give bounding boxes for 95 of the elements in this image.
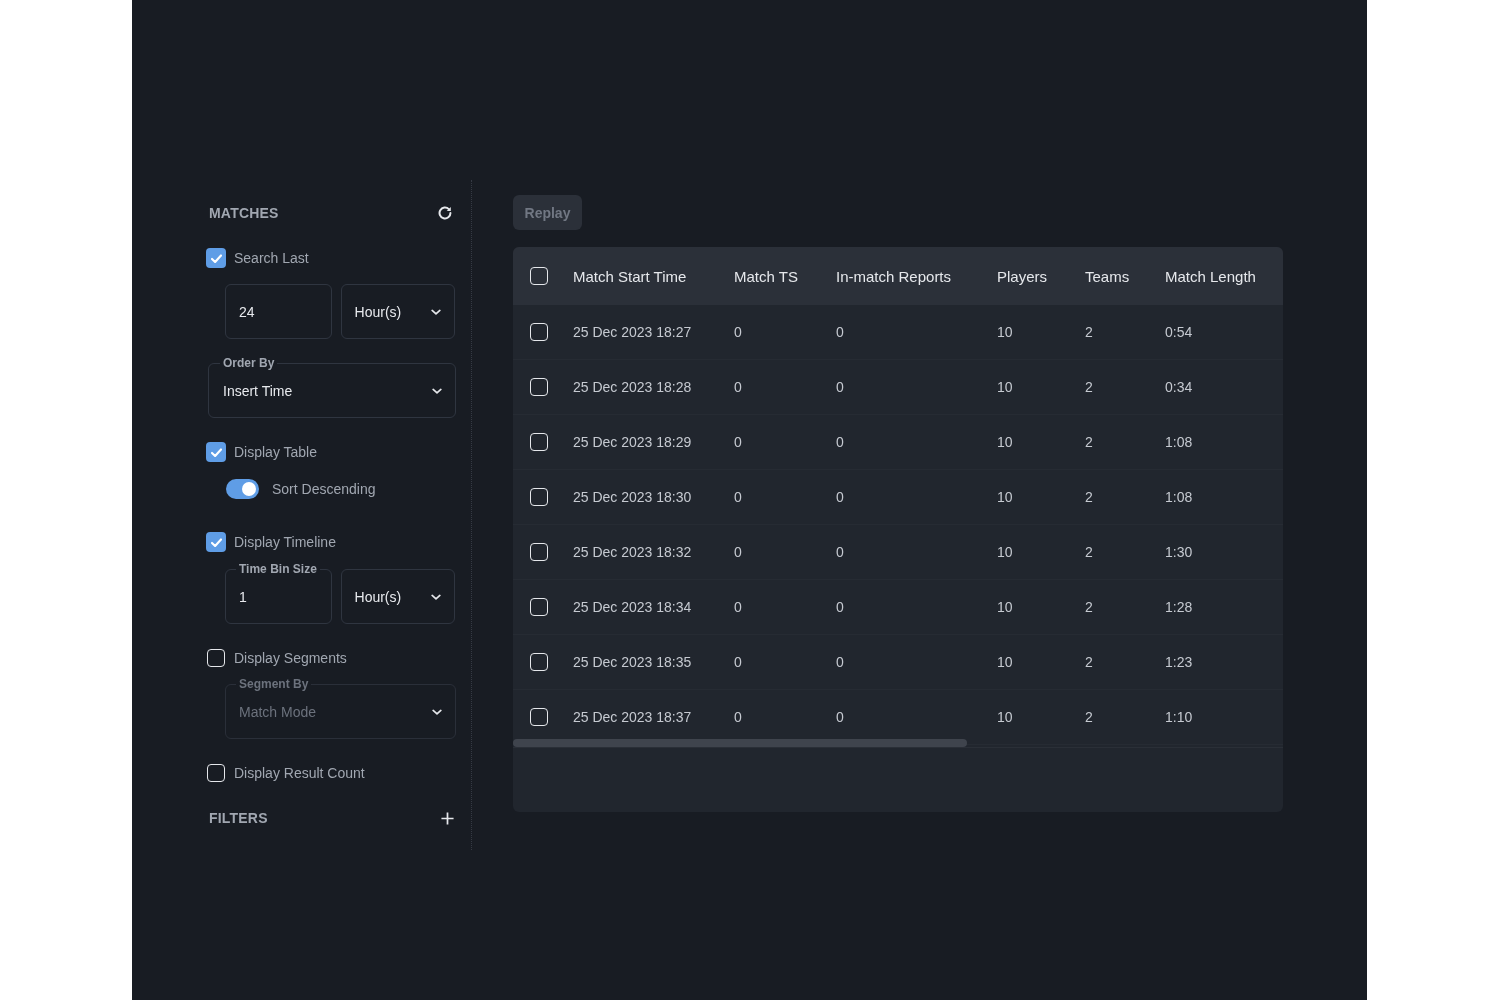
row-checkbox[interactable] — [530, 378, 548, 396]
row-checkbox[interactable] — [530, 543, 548, 561]
table-cell: 2 — [1085, 654, 1093, 670]
toggle-label: Sort Descending — [272, 481, 376, 497]
row-checkbox[interactable] — [530, 488, 548, 506]
section-heading: FILTERS — [209, 810, 268, 826]
table-cell: 0:54 — [1165, 324, 1193, 340]
table-cell: 0 — [836, 324, 844, 340]
table-cell: 25 Dec 2023 18:35 — [573, 654, 692, 670]
table-cell: 10 — [997, 709, 1013, 725]
table-cell: 2 — [1085, 599, 1093, 615]
table-cell: 1:08 — [1165, 489, 1193, 505]
table-cell: 0 — [734, 544, 742, 560]
field-label: Time Bin Size — [238, 562, 318, 576]
field-label: Order By — [222, 356, 276, 370]
checkbox[interactable] — [206, 442, 226, 462]
table-cell: 1:23 — [1165, 654, 1193, 670]
table-cell: 0 — [836, 599, 844, 615]
table-cell: 0 — [734, 654, 742, 670]
checkbox[interactable] — [207, 764, 225, 782]
table-cell: 0 — [734, 324, 742, 340]
column-header: In-match Reports — [836, 267, 952, 285]
table-cell: 1:30 — [1165, 544, 1193, 560]
table-cell: 0 — [836, 379, 844, 395]
checkbox[interactable] — [206, 248, 226, 268]
table-cell: 0 — [836, 434, 844, 450]
table-cell: 2 — [1085, 544, 1093, 560]
checkmark-icon — [210, 253, 222, 263]
table-cell: 1:08 — [1165, 434, 1193, 450]
table-cell: 0 — [836, 489, 844, 505]
table-cell: 25 Dec 2023 18:27 — [573, 324, 692, 340]
table-cell: 1:10 — [1165, 709, 1193, 725]
chevron-down-icon — [432, 387, 442, 394]
checkbox-label: Display Result Count — [234, 765, 365, 781]
column-header: Players — [997, 267, 1048, 285]
table-cell: 0:34 — [1165, 379, 1193, 395]
select-all-checkbox[interactable] — [530, 267, 548, 285]
chevron-down-icon — [432, 708, 442, 715]
table-cell: 2 — [1085, 709, 1093, 725]
table-cell: 25 Dec 2023 18:30 — [573, 489, 692, 505]
table-cell: 0 — [734, 489, 742, 505]
table-cell: 2 — [1085, 489, 1093, 505]
row-checkbox[interactable] — [530, 708, 548, 726]
table-cell: 1:28 — [1165, 599, 1193, 615]
table-cell: 0 — [836, 709, 844, 725]
column-header: Match Length — [1165, 267, 1256, 285]
row-checkbox[interactable] — [530, 433, 548, 451]
table-cell: 10 — [997, 544, 1013, 560]
row-checkbox[interactable] — [530, 598, 548, 616]
table-cell: 25 Dec 2023 18:29 — [573, 434, 692, 450]
table-cell: 25 Dec 2023 18:34 — [573, 599, 692, 615]
table-cell: 10 — [997, 489, 1013, 505]
time-bin-size-input[interactable]: Time Bin Size 1 — [225, 562, 332, 624]
checkbox-label: Search Last — [234, 250, 309, 266]
checkbox-label: Display Table — [234, 444, 317, 460]
table-cell: 0 — [734, 434, 742, 450]
table-cell: 2 — [1085, 434, 1093, 450]
checkbox[interactable] — [207, 649, 225, 667]
table-cell: 10 — [997, 434, 1013, 450]
unit-select[interactable]: Hour(s) — [340, 284, 455, 339]
table-cell: 0 — [836, 654, 844, 670]
chevron-down-icon — [431, 308, 441, 315]
column-header: Match Start Time — [573, 267, 687, 285]
toggle-switch[interactable] — [226, 479, 259, 499]
checkbox[interactable] — [206, 532, 226, 552]
table-cell: 0 — [734, 709, 742, 725]
checkbox-label: Display Timeline — [234, 534, 336, 550]
table-cell: 2 — [1085, 379, 1093, 395]
plus-icon[interactable] — [441, 811, 454, 825]
field-label: Segment By — [238, 677, 310, 691]
table-cell: 0 — [836, 544, 844, 560]
table-cell: 25 Dec 2023 18:28 — [573, 379, 692, 395]
order-by-select[interactable]: Order By Insert Time — [208, 356, 456, 418]
row-checkbox[interactable] — [530, 323, 548, 341]
refresh-icon[interactable] — [438, 206, 452, 220]
table-cell: 25 Dec 2023 18:32 — [573, 544, 692, 560]
table-cell: 25 Dec 2023 18:37 — [573, 709, 692, 725]
table-cell: 10 — [997, 599, 1013, 615]
table-cell: 0 — [734, 379, 742, 395]
checkmark-icon — [210, 447, 222, 457]
number-input[interactable]: 24 — [225, 284, 332, 339]
table-cell: 0 — [734, 599, 742, 615]
table-cell: 10 — [997, 379, 1013, 395]
scrollbar-thumb[interactable] — [513, 739, 967, 747]
table-cell: 10 — [997, 324, 1013, 340]
column-header: Match TS — [734, 267, 798, 285]
checkbox-label: Display Segments — [234, 650, 347, 666]
table-cell: 2 — [1085, 324, 1093, 340]
row-checkbox[interactable] — [530, 653, 548, 671]
table-cell: 10 — [997, 654, 1013, 670]
section-heading: MATCHES — [209, 205, 279, 221]
chevron-down-icon — [431, 593, 441, 600]
checkmark-icon — [210, 537, 222, 547]
unit-select[interactable]: Hour(s) — [340, 569, 455, 624]
column-header: Teams — [1085, 267, 1130, 285]
